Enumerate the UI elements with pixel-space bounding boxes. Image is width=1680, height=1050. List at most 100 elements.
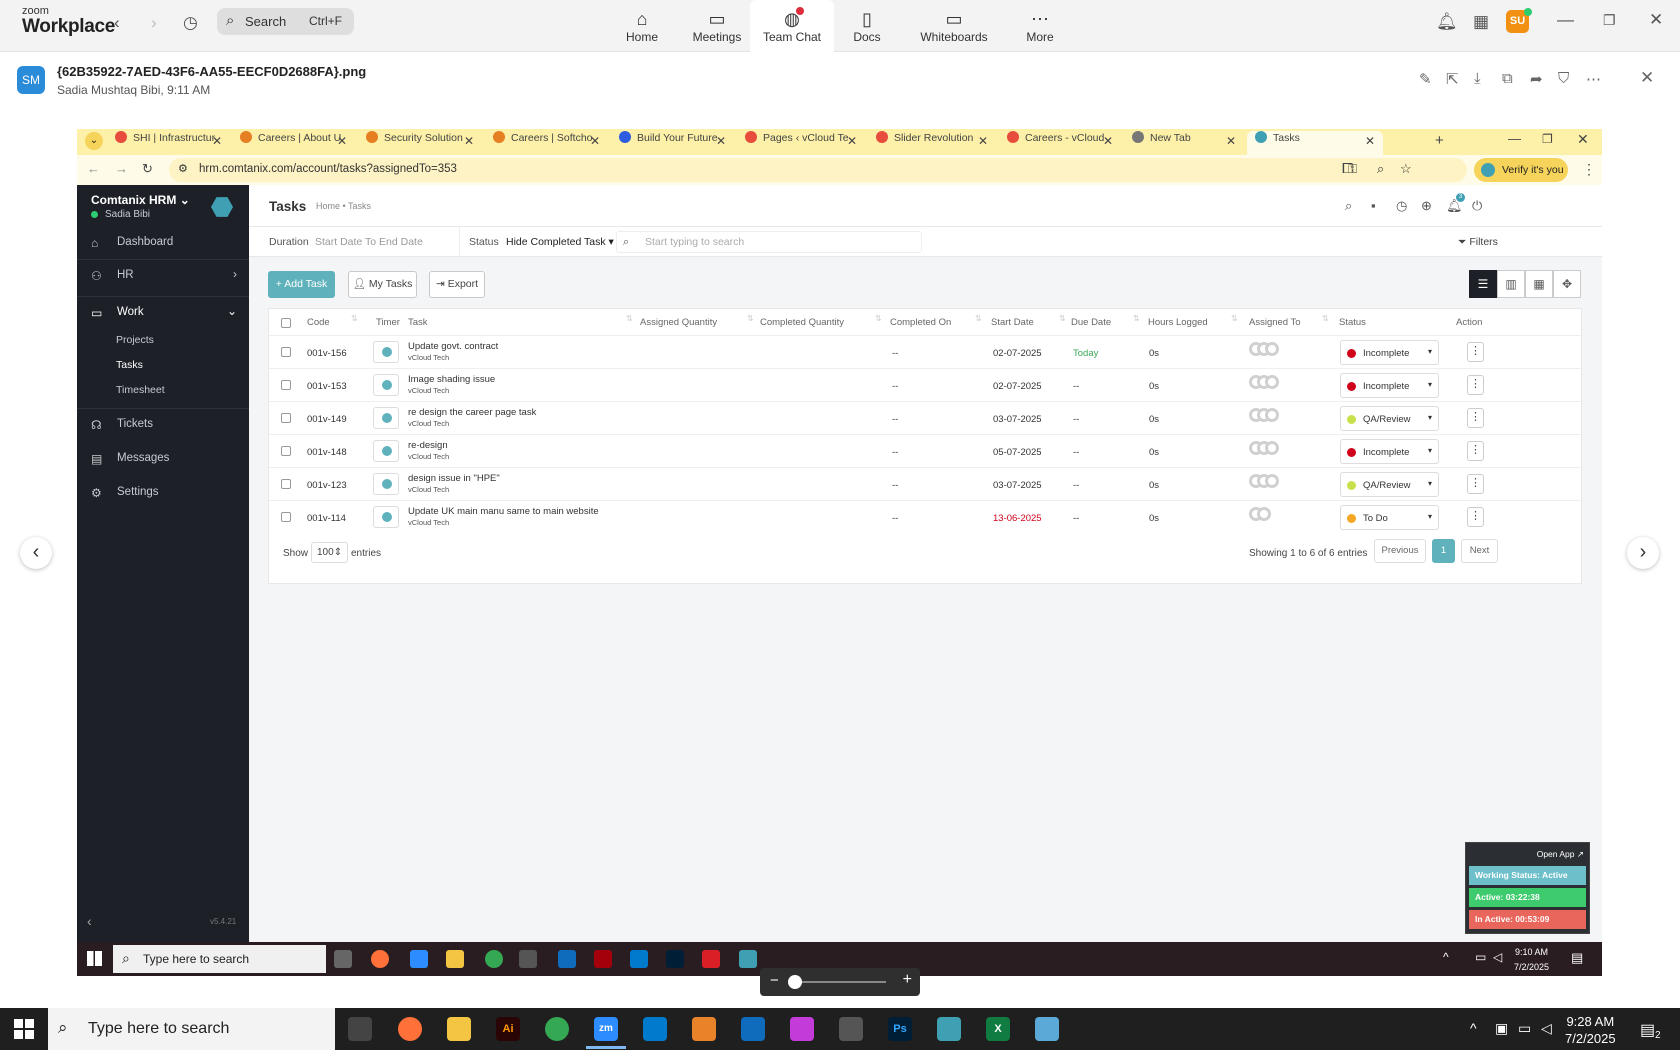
table-row[interactable]: 001v-148 re-design vCloud Tech -- 05-07-2025… bbox=[269, 434, 1583, 467]
avatar[interactable] bbox=[1257, 507, 1271, 521]
breadcrumb[interactable]: Home • Tasks bbox=[316, 201, 371, 211]
zoom-page-icon[interactable]: ⌕ bbox=[1377, 161, 1384, 177]
firefox-icon[interactable] bbox=[398, 1017, 422, 1041]
pen-tool-icon[interactable] bbox=[839, 1017, 863, 1041]
pen-tool-icon[interactable] bbox=[519, 950, 537, 968]
assignee-avatars[interactable] bbox=[1249, 408, 1279, 426]
open-external-icon[interactable]: ⇱ bbox=[1446, 70, 1459, 88]
bookmark-star-icon[interactable]: ☆ bbox=[1400, 161, 1412, 177]
zoom-knob[interactable] bbox=[788, 975, 802, 989]
browser-tab[interactable]: Careers | Softcho ✕ bbox=[485, 131, 608, 155]
sort-icon[interactable]: ⇅ bbox=[626, 314, 633, 323]
file-explorer-icon[interactable] bbox=[446, 950, 464, 968]
pin-view-button[interactable]: ✥ bbox=[1553, 270, 1581, 298]
vscode-icon[interactable] bbox=[643, 1017, 667, 1041]
close-tab-icon[interactable]: ✕ bbox=[978, 134, 988, 148]
sidebar-item-settings[interactable]: ⚙︎ Settings bbox=[77, 477, 249, 509]
sidebar-item-tickets[interactable]: ☊ Tickets bbox=[77, 408, 249, 440]
timer-play-button[interactable] bbox=[373, 374, 399, 396]
export-button[interactable]: ⇥ Export bbox=[429, 271, 485, 298]
timer-play-button[interactable] bbox=[373, 440, 399, 462]
add-circle-icon[interactable]: ⊕ bbox=[1421, 198, 1432, 214]
image-zoom-slider[interactable]: − + bbox=[760, 968, 920, 996]
edit-icon[interactable]: ✎ bbox=[1419, 70, 1432, 88]
zoom-tab-docs[interactable]: ▯ Docs bbox=[825, 0, 909, 52]
sort-icon[interactable]: ⇅ bbox=[747, 314, 754, 323]
close-tab-icon[interactable]: ✕ bbox=[1103, 134, 1113, 148]
timer-play-button[interactable] bbox=[373, 506, 399, 528]
file-explorer-icon[interactable] bbox=[447, 1017, 471, 1041]
column-header[interactable]: Completed On bbox=[890, 317, 951, 328]
tray-volume-icon[interactable]: ◁ bbox=[1541, 1020, 1552, 1037]
row-checkbox[interactable] bbox=[281, 446, 291, 456]
assignee-avatars[interactable] bbox=[1249, 375, 1279, 393]
timer-play-button[interactable] bbox=[373, 341, 399, 363]
browser-tab[interactable]: Pages ‹ vCloud Te ✕ bbox=[737, 131, 865, 155]
address-bar[interactable]: ⚙︎ hrm.comtanix.com/account/tasks?assign… bbox=[169, 158, 1467, 182]
close-tab-icon[interactable]: ✕ bbox=[212, 134, 222, 148]
reload-icon[interactable]: ↻ bbox=[142, 161, 153, 177]
download-icon[interactable]: ⤓ bbox=[1474, 70, 1481, 87]
firefox-icon[interactable] bbox=[371, 950, 389, 968]
zoom-out-icon[interactable]: − bbox=[770, 972, 779, 989]
task-name-link[interactable]: re-design bbox=[408, 440, 448, 451]
browser-tab[interactable]: Build Your Future ✕ bbox=[611, 131, 734, 155]
inner-search-box[interactable]: ⌕ Type here to search bbox=[113, 945, 326, 973]
prev-image-button[interactable]: ‹ bbox=[20, 537, 52, 569]
row-action-menu-button[interactable]: ⋮ bbox=[1467, 375, 1484, 395]
new-tab-icon[interactable]: + bbox=[1435, 132, 1444, 149]
assignee-avatars[interactable] bbox=[1249, 441, 1279, 459]
row-checkbox[interactable] bbox=[281, 380, 291, 390]
row-action-menu-button[interactable]: ⋮ bbox=[1467, 474, 1484, 494]
sort-icon[interactable]: ⇅ bbox=[1059, 314, 1066, 323]
assignee-avatars[interactable] bbox=[1249, 507, 1271, 525]
task-search-input[interactable]: ⌕ Start typing to search bbox=[616, 231, 922, 253]
row-checkbox[interactable] bbox=[281, 413, 291, 423]
table-row[interactable]: 001v-114 Update UK main manu same to main… bbox=[269, 500, 1583, 533]
browser-tab[interactable]: Careers - vCloud ✕ bbox=[999, 131, 1121, 155]
notification-center-icon[interactable]: ▤ bbox=[1640, 1020, 1655, 1040]
page-1-button[interactable]: 1 bbox=[1432, 539, 1455, 563]
creative-cloud-icon[interactable] bbox=[702, 950, 720, 968]
illustrator-icon[interactable]: Ai bbox=[496, 1017, 520, 1041]
browser-forward-icon[interactable]: → bbox=[115, 161, 128, 176]
sidebar-sub-timesheet[interactable]: Timesheet bbox=[116, 384, 165, 396]
select-all-checkbox[interactable] bbox=[281, 318, 291, 328]
next-page-button[interactable]: Next bbox=[1461, 539, 1498, 563]
tray-arrow-icon[interactable]: ^ bbox=[1470, 1020, 1477, 1036]
sidebar-brand[interactable]: Comtanix HRM ⌄ bbox=[91, 193, 190, 207]
status-select[interactable]: QA/Review ▾ bbox=[1340, 406, 1439, 431]
assignee-avatars[interactable] bbox=[1249, 342, 1279, 360]
calendar-view-button[interactable]: ▦ bbox=[1525, 270, 1553, 298]
illustrator-icon[interactable] bbox=[594, 950, 612, 968]
column-header[interactable]: Action bbox=[1456, 317, 1482, 328]
table-row[interactable]: 001v-153 Image shading issue vCloud Tech --… bbox=[269, 368, 1583, 401]
column-header[interactable]: Code bbox=[307, 317, 330, 328]
photoshop-icon[interactable]: Ps bbox=[888, 1017, 912, 1041]
zoom-search[interactable]: ⌕ Search Ctrl+F bbox=[217, 8, 354, 35]
outlook-icon[interactable] bbox=[558, 950, 576, 968]
sidebar-item-dashboard[interactable]: ⌂ Dashboard bbox=[77, 227, 249, 259]
row-checkbox[interactable] bbox=[281, 479, 291, 489]
close-tab-icon[interactable]: ✕ bbox=[716, 134, 726, 148]
next-image-button[interactable]: › bbox=[1627, 537, 1659, 569]
close-icon[interactable]: ✕ bbox=[1649, 10, 1663, 30]
task-name-link[interactable]: Update govt. contract bbox=[408, 341, 498, 352]
task-name-link[interactable]: Image shading issue bbox=[408, 374, 495, 385]
hrm-app-icon[interactable] bbox=[739, 950, 757, 968]
share-icon[interactable]: ➦ bbox=[1530, 70, 1543, 88]
column-header[interactable]: Timer bbox=[376, 317, 400, 328]
column-header[interactable]: Hours Logged bbox=[1148, 317, 1208, 328]
forward-icon[interactable]: › bbox=[151, 13, 157, 33]
close-tab-icon[interactable]: ✕ bbox=[337, 134, 347, 148]
avatar[interactable] bbox=[1265, 408, 1279, 422]
sidebar-item-hr[interactable]: ⚇ HR › bbox=[77, 259, 249, 291]
sort-icon[interactable]: ⇅ bbox=[1322, 314, 1329, 323]
restore-icon[interactable]: ❐ bbox=[1603, 12, 1616, 29]
verify-button[interactable]: Verify it's you bbox=[1474, 158, 1568, 182]
tray-network-icon[interactable]: ▭ bbox=[1518, 1020, 1531, 1037]
avatar[interactable] bbox=[1265, 474, 1279, 488]
page-size-select[interactable]: 100⇕ bbox=[311, 542, 349, 563]
chrome-icon[interactable] bbox=[545, 1017, 569, 1041]
browser-minimize-icon[interactable]: — bbox=[1508, 131, 1521, 146]
